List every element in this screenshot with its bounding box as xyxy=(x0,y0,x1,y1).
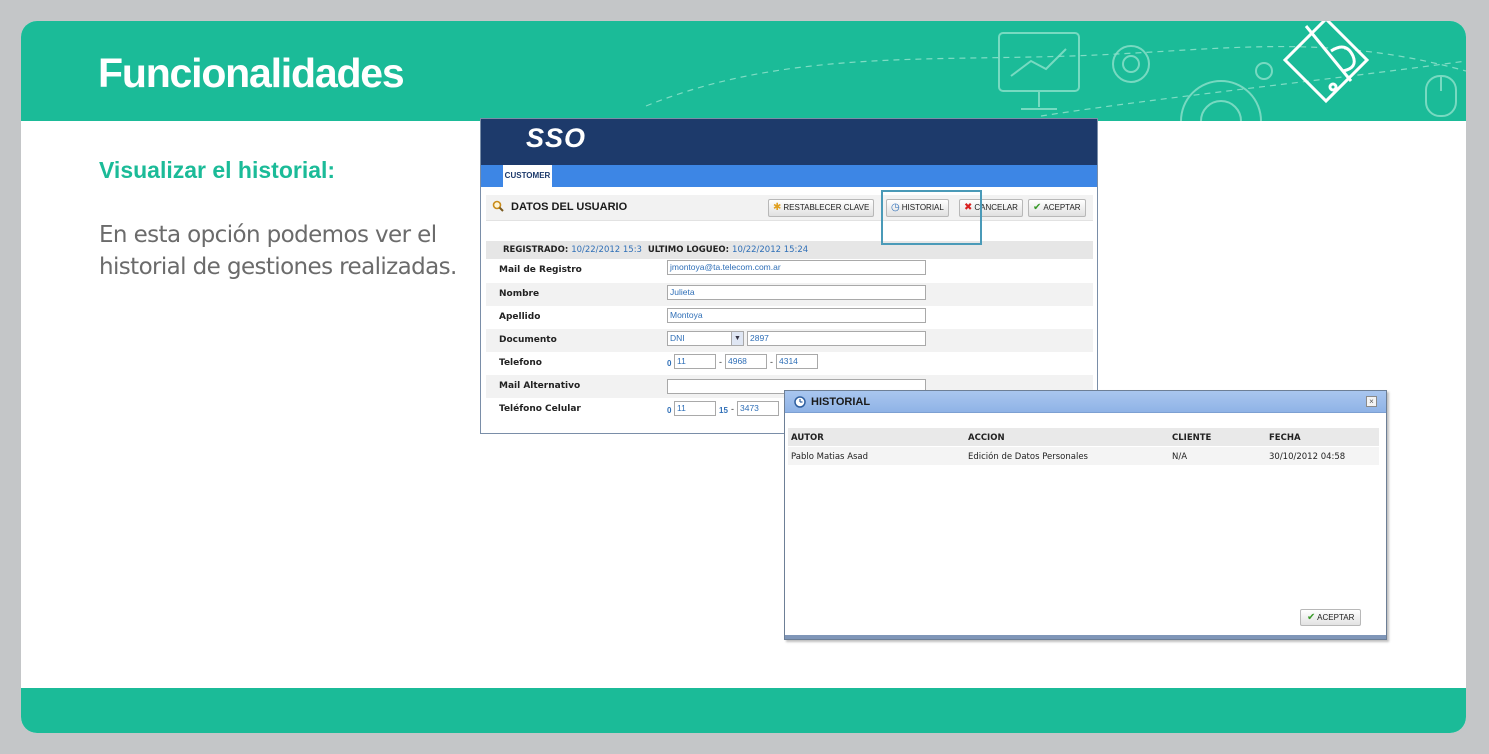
telefono-area-field[interactable]: 11 xyxy=(674,354,716,369)
form-row-nombre: Nombre Julieta xyxy=(486,283,1093,306)
slide-footer xyxy=(21,688,1466,733)
cell-accion: Edición de Datos Personales xyxy=(968,452,1088,462)
reset-star-icon: ✱ xyxy=(773,202,782,213)
dialog-bottom-border xyxy=(785,635,1386,639)
slide-title: Funcionalidades xyxy=(98,50,405,96)
section-title: DATOS DEL USUARIO xyxy=(511,201,628,213)
nombre-field[interactable]: Julieta xyxy=(667,285,926,300)
form-row-telefono: Telefono 0 11 - 4968 - 4314 xyxy=(486,352,1093,375)
documento-numero-field[interactable]: 2897 xyxy=(747,331,926,346)
column-header: FECHA xyxy=(1269,433,1301,443)
close-icon[interactable]: × xyxy=(1366,396,1377,407)
restablecer-clave-button[interactable]: ✱ RESTABLECER CLAVE xyxy=(768,199,875,217)
form-row-documento: Documento DNI ▼ 2897 xyxy=(486,329,1093,352)
celular-part1-field[interactable]: 3473 xyxy=(737,401,779,416)
chevron-down-icon[interactable]: ▼ xyxy=(731,332,743,345)
celular-area-field[interactable]: 11 xyxy=(674,401,716,416)
mail-registro-field[interactable]: jmontoya@ta.telecom.com.ar xyxy=(667,260,926,275)
sso-window: SSO CUSTOMER DATOS DEL USUARIO ✱ RESTABLE… xyxy=(480,118,1098,434)
aceptar-button[interactable]: ✔ ACEPTAR xyxy=(1028,199,1086,217)
checkmark-icon: ✔ xyxy=(1033,202,1042,213)
form-row-mail-registro: Mail de Registro jmontoya@ta.telecom.com… xyxy=(486,259,1093,282)
cell-autor: Pablo Matias Asad xyxy=(791,452,869,462)
table-row[interactable]: Pablo Matias Asad Edición de Datos Perso… xyxy=(788,447,1379,465)
apellido-field[interactable]: Montoya xyxy=(667,308,926,323)
magnifier-icon xyxy=(492,200,504,212)
column-header: ACCION xyxy=(968,433,1005,443)
registrado-value: 10/22/2012 15:3 xyxy=(571,245,642,255)
presentation-board-icon xyxy=(998,32,1080,110)
documento-tipo-select[interactable]: DNI ▼ xyxy=(667,331,744,346)
dialog-aceptar-button[interactable]: ✔ ACEPTAR xyxy=(1300,609,1362,626)
registration-info-bar: REGISTRADO: 10/22/2012 15:3 ULTIMO LOGUE… xyxy=(486,241,1093,259)
user-data-section: DATOS DEL USUARIO ✱ RESTABLECER CLAVE ◷ HI… xyxy=(486,195,1093,221)
column-header: CLIENTE xyxy=(1172,433,1212,443)
tools-icon xyxy=(1282,21,1370,104)
sso-logo: SSO xyxy=(526,123,587,153)
cell-cliente: N/A xyxy=(1172,452,1188,462)
historial-highlight-box xyxy=(881,190,982,245)
telefono-part1-field[interactable]: 4968 xyxy=(725,354,767,369)
dialog-title: HISTORIAL xyxy=(811,396,871,408)
section-subtitle: Visualizar el historial: xyxy=(99,157,336,183)
telefono-part2-field[interactable]: 4314 xyxy=(776,354,818,369)
mouse-icon xyxy=(1425,75,1457,117)
gear-icon xyxy=(1112,45,1273,121)
dialog-titlebar: HISTORIAL × xyxy=(785,391,1386,413)
cell-fecha: 30/10/2012 04:58 xyxy=(1269,452,1346,462)
form-row-apellido: Apellido Montoya xyxy=(486,306,1093,329)
tab-customer[interactable]: CUSTOMER xyxy=(503,165,552,187)
sso-navbar: CUSTOMER xyxy=(481,165,1097,187)
checkmark-icon: ✔ xyxy=(1307,612,1316,623)
sso-topbar: SSO xyxy=(481,119,1097,165)
ultimo-logueo-value: 10/22/2012 15:24 xyxy=(732,245,809,255)
description-paragraph: En esta opción podemos ver el historial … xyxy=(99,222,457,280)
historial-dialog: HISTORIAL × AUTOR ACCION CLIENTE FECHA P… xyxy=(784,390,1387,640)
table-header: AUTOR ACCION CLIENTE FECHA xyxy=(788,428,1379,446)
slide-header: Funcionalidades xyxy=(21,21,1466,121)
clock-icon xyxy=(794,396,806,408)
section-header: DATOS DEL USUARIO ✱ RESTABLECER CLAVE ◷ HI… xyxy=(486,195,1093,221)
column-header: AUTOR xyxy=(791,433,824,443)
